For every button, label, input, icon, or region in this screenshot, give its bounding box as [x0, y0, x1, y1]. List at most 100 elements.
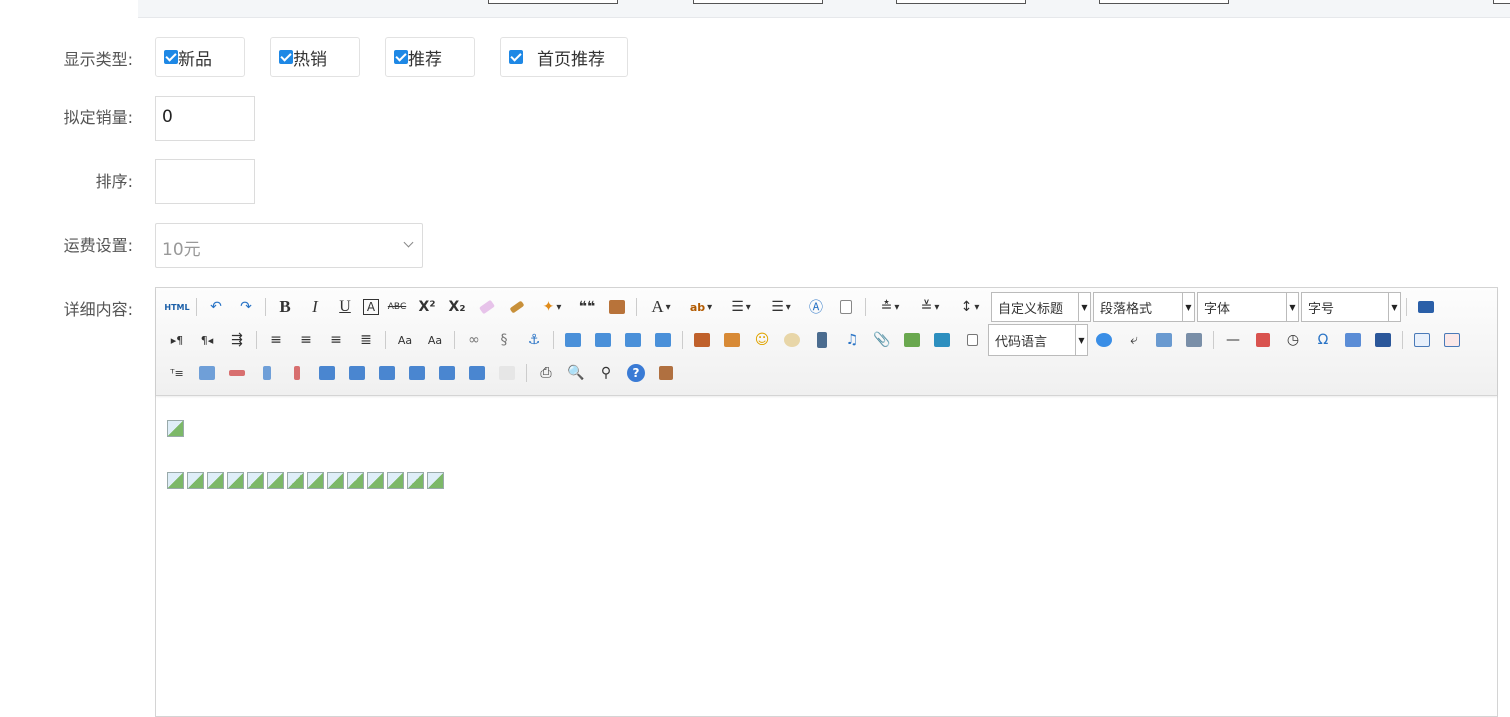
emotion-icon[interactable]: ☺: [750, 328, 774, 352]
code-language-combo[interactable]: 代码语言 ▼: [988, 324, 1088, 356]
indent-icon[interactable]: ⇶: [225, 328, 249, 352]
sales-input[interactable]: 0: [155, 96, 255, 141]
pagebreak-icon[interactable]: ⤶: [1122, 328, 1146, 352]
highlight-color-icon[interactable]: ab: [684, 295, 718, 319]
paste-plain-icon[interactable]: [605, 295, 629, 319]
image-left-icon[interactable]: [591, 328, 615, 352]
preview-icon[interactable]: 🔍: [564, 361, 588, 385]
template-icon[interactable]: [1152, 328, 1176, 352]
insert-table-icon[interactable]: [1410, 328, 1434, 352]
checkbox-new[interactable]: 新品: [155, 37, 245, 77]
frame-icon[interactable]: Ⓐ: [804, 295, 828, 319]
split-to-cols-icon[interactable]: [465, 361, 489, 385]
attachment-icon[interactable]: 📎: [870, 328, 894, 352]
blockquote-icon[interactable]: ❝❝: [575, 295, 599, 319]
paragraph-combo[interactable]: 段落格式 ▼: [1093, 292, 1195, 322]
ltr-icon[interactable]: ▸¶: [165, 328, 189, 352]
line-height-icon[interactable]: ↕: [953, 295, 987, 319]
row-spacing-bottom-icon[interactable]: ≚: [913, 295, 947, 319]
ordered-list-icon[interactable]: ☰: [724, 295, 758, 319]
horizontal-rule-icon[interactable]: —: [1221, 328, 1245, 352]
time-icon[interactable]: ◷: [1281, 328, 1305, 352]
undo-icon[interactable]: ↶: [204, 295, 228, 319]
checkbox-icon[interactable]: [509, 50, 523, 64]
help-icon[interactable]: ?: [624, 361, 648, 385]
image-center-icon[interactable]: [651, 328, 675, 352]
combo-label: 自定义标题: [998, 301, 1064, 317]
lowercase-icon[interactable]: Aa: [423, 328, 447, 352]
anchor-icon[interactable]: ⚓: [522, 328, 546, 352]
special-chars-icon[interactable]: Ω: [1311, 328, 1335, 352]
delete-col-icon[interactable]: [285, 361, 309, 385]
bold-button[interactable]: B: [273, 295, 297, 319]
merge-cells-icon[interactable]: [315, 361, 339, 385]
merge-right-icon[interactable]: [345, 361, 369, 385]
insert-row-icon[interactable]: [195, 361, 219, 385]
delete-table-icon[interactable]: [1440, 328, 1464, 352]
scrawl-icon[interactable]: [780, 328, 804, 352]
charts-icon[interactable]: [495, 361, 519, 385]
eraser-icon[interactable]: [475, 295, 499, 319]
fullscreen-icon[interactable]: [1414, 295, 1438, 319]
strikethrough-icon[interactable]: ABC: [385, 295, 409, 319]
rtl-icon[interactable]: ¶◂: [195, 328, 219, 352]
insert-image-icon[interactable]: [720, 328, 744, 352]
map-icon[interactable]: [900, 328, 924, 352]
page-icon[interactable]: [834, 295, 858, 319]
simple-upload-icon[interactable]: [690, 328, 714, 352]
insert-frame-icon[interactable]: [960, 328, 984, 352]
format-brush-icon[interactable]: [505, 295, 529, 319]
unordered-list-icon[interactable]: ☰: [764, 295, 798, 319]
search-replace-icon[interactable]: ⚲: [594, 361, 618, 385]
drafts-icon[interactable]: [654, 361, 678, 385]
date-icon[interactable]: [1251, 328, 1275, 352]
superscript-icon[interactable]: X²: [415, 295, 439, 319]
font-border-icon[interactable]: A: [363, 299, 379, 315]
split-to-cells-icon[interactable]: [405, 361, 429, 385]
gmap-icon[interactable]: [930, 328, 954, 352]
webapp-icon[interactable]: [1092, 328, 1116, 352]
custom-heading-combo[interactable]: 自定义标题 ▼: [991, 292, 1091, 322]
align-left-icon[interactable]: ≡: [264, 328, 288, 352]
unlink-icon[interactable]: §: [492, 328, 516, 352]
rich-text-editor[interactable]: HTML ↶ ↷ B I U A ABC X² X₂ ✦ ❝❝ A ab ☰ ☰…: [155, 287, 1498, 717]
checkbox-home-recommend[interactable]: 首页推荐: [500, 37, 628, 77]
redo-icon[interactable]: ↷: [234, 295, 258, 319]
sort-input[interactable]: [155, 159, 255, 204]
align-justify-icon[interactable]: ≣: [354, 328, 378, 352]
checkbox-recommend[interactable]: 推荐: [385, 37, 475, 77]
font-family-combo[interactable]: 字体 ▼: [1197, 292, 1299, 322]
insert-col-icon[interactable]: [255, 361, 279, 385]
shipping-select[interactable]: 10元: [155, 223, 423, 268]
auto-format-icon[interactable]: ✦: [535, 295, 569, 319]
word-import-icon[interactable]: [1371, 328, 1395, 352]
align-center-icon[interactable]: ≡: [294, 328, 318, 352]
link-icon[interactable]: ∞: [462, 328, 486, 352]
underline-button[interactable]: U: [333, 295, 357, 319]
insert-paragraph-before-table-icon[interactable]: ᵀ≡: [165, 361, 189, 385]
subscript-icon[interactable]: X₂: [445, 295, 469, 319]
html-source-button[interactable]: HTML: [164, 295, 189, 319]
print-icon[interactable]: ⎙: [534, 361, 558, 385]
italic-button[interactable]: I: [303, 295, 327, 319]
checkbox-icon[interactable]: [164, 50, 178, 64]
uppercase-icon[interactable]: Aa: [393, 328, 417, 352]
insert-video-icon[interactable]: [810, 328, 834, 352]
music-icon[interactable]: ♫: [840, 328, 864, 352]
align-right-icon[interactable]: ≡: [324, 328, 348, 352]
font-color-icon[interactable]: A: [644, 295, 678, 319]
image-none-icon[interactable]: [561, 328, 585, 352]
merge-down-icon[interactable]: [375, 361, 399, 385]
delete-row-icon[interactable]: [225, 361, 249, 385]
checkbox-icon[interactable]: [279, 50, 293, 64]
font-size-combo[interactable]: 字号 ▼: [1301, 292, 1401, 322]
checkbox-hot[interactable]: 热销: [270, 37, 360, 77]
row-spacing-top-icon[interactable]: ≛: [873, 295, 907, 319]
image-right-icon[interactable]: [621, 328, 645, 352]
checkbox-icon[interactable]: [394, 50, 408, 64]
background-icon[interactable]: [1182, 328, 1206, 352]
split-to-rows-icon[interactable]: [435, 361, 459, 385]
checkbox-label: 新品: [178, 49, 212, 70]
editor-content[interactable]: [166, 418, 444, 489]
word-image-icon[interactable]: [1341, 328, 1365, 352]
